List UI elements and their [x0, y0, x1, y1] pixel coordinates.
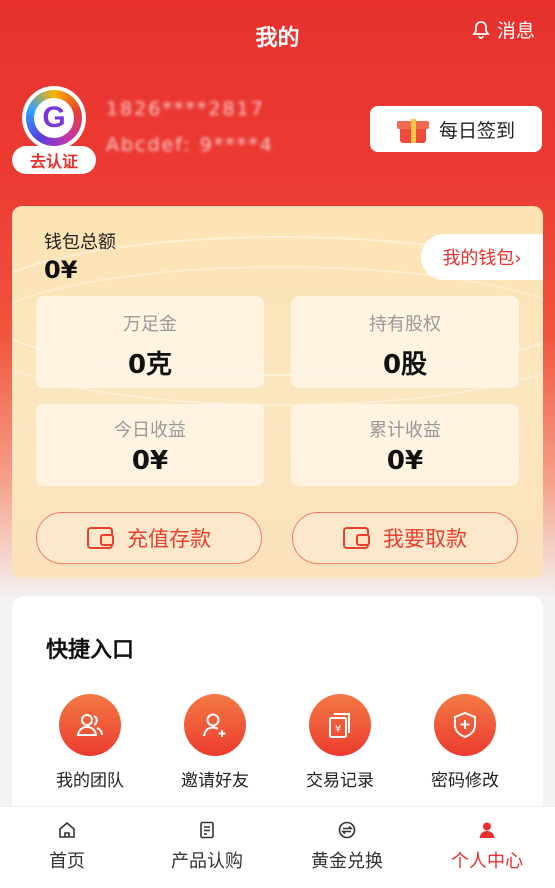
avatar[interactable]: G [22, 86, 86, 150]
user-id-text: 1826****2817 [106, 98, 265, 120]
tab-home[interactable]: 首页 [12, 819, 122, 873]
daily-signin-button[interactable]: 每日签到 [370, 106, 542, 152]
wallet-icon [343, 527, 370, 549]
stat-value: 0¥ [386, 446, 424, 476]
tab-label: 产品认购 [171, 851, 243, 872]
top-bar: 我的 消息 [0, 0, 555, 70]
quick-item-label: 密码修改 [431, 771, 499, 791]
stat-label: 持有股权 [369, 314, 441, 335]
quick-item-transactions[interactable]: ¥ 交易记录 [290, 694, 390, 791]
tab-personal-center[interactable]: 个人中心 [432, 819, 542, 873]
invite-user-icon [203, 713, 226, 737]
wallet-card: 钱包总额 0¥ 我的钱包› 万足金 0克 持有股权 0股 今日收益 0¥ 累计收… [12, 206, 543, 578]
stat-value: 0克 [127, 350, 173, 380]
signin-label: 每日签到 [438, 119, 515, 142]
gift-icon [396, 115, 429, 143]
deposit-label: 充值存款 [127, 527, 211, 551]
stat-gold: 万足金 0克 [36, 296, 264, 388]
quick-entry-title: 快捷入口 [46, 638, 135, 663]
stat-label: 累计收益 [369, 420, 441, 441]
deposit-button[interactable]: 充值存款 [36, 512, 262, 564]
verify-button[interactable]: 去认证 [12, 146, 96, 174]
quick-item-password[interactable]: 密码修改 [415, 694, 515, 791]
quick-entry-panel: 快捷入口 我的团队 邀请好友 ¥ 交易记录 密码修改 [12, 596, 543, 826]
withdraw-button[interactable]: 我要取款 [292, 512, 518, 564]
tab-label: 黄金兑换 [311, 851, 383, 872]
stat-today-income: 今日收益 0¥ [36, 404, 264, 486]
messages-label: 消息 [496, 20, 535, 42]
shield-plus-icon [454, 711, 476, 739]
my-wallet-link[interactable]: 我的钱包› [421, 234, 543, 280]
stat-total-income: 累计收益 0¥ [291, 404, 519, 486]
tab-products[interactable]: 产品认购 [152, 819, 262, 873]
stat-equity: 持有股权 0股 [291, 296, 519, 388]
stat-label: 万足金 [123, 314, 177, 335]
stat-label: 今日收益 [114, 420, 186, 441]
wallet-total-value: 0¥ [44, 256, 78, 284]
user-icon [479, 822, 495, 838]
bottom-tab-bar: 首页 产品认购 黄金兑换 个人中心 [0, 806, 555, 888]
exchange-icon [338, 821, 356, 839]
quick-item-team[interactable]: 我的团队 [40, 694, 140, 791]
wallet-icon [87, 527, 114, 549]
stat-value: 0股 [382, 350, 428, 380]
svg-text:¥: ¥ [335, 724, 341, 735]
tab-label: 首页 [49, 851, 85, 872]
home-icon [59, 821, 75, 838]
bell-icon [472, 20, 490, 39]
wallet-total-label: 钱包总额 [44, 232, 116, 253]
quick-item-label: 邀请好友 [181, 771, 249, 791]
tab-gold-exchange[interactable]: 黄金兑换 [292, 819, 402, 873]
messages-button[interactable]: 消息 [471, 16, 535, 43]
stat-value: 0¥ [131, 446, 169, 476]
quick-item-invite[interactable]: 邀请好友 [165, 694, 265, 791]
quick-item-label: 交易记录 [306, 771, 374, 791]
product-icon [200, 821, 214, 839]
team-icon [76, 714, 103, 736]
tab-label: 个人中心 [451, 851, 523, 872]
withdraw-label: 我要取款 [383, 527, 467, 551]
user-info-text: Abcdef: 9****4 [106, 134, 274, 156]
quick-item-label: 我的团队 [56, 771, 124, 791]
avatar-logo-icon: G [26, 90, 82, 146]
transaction-record-icon: ¥ [329, 713, 350, 738]
